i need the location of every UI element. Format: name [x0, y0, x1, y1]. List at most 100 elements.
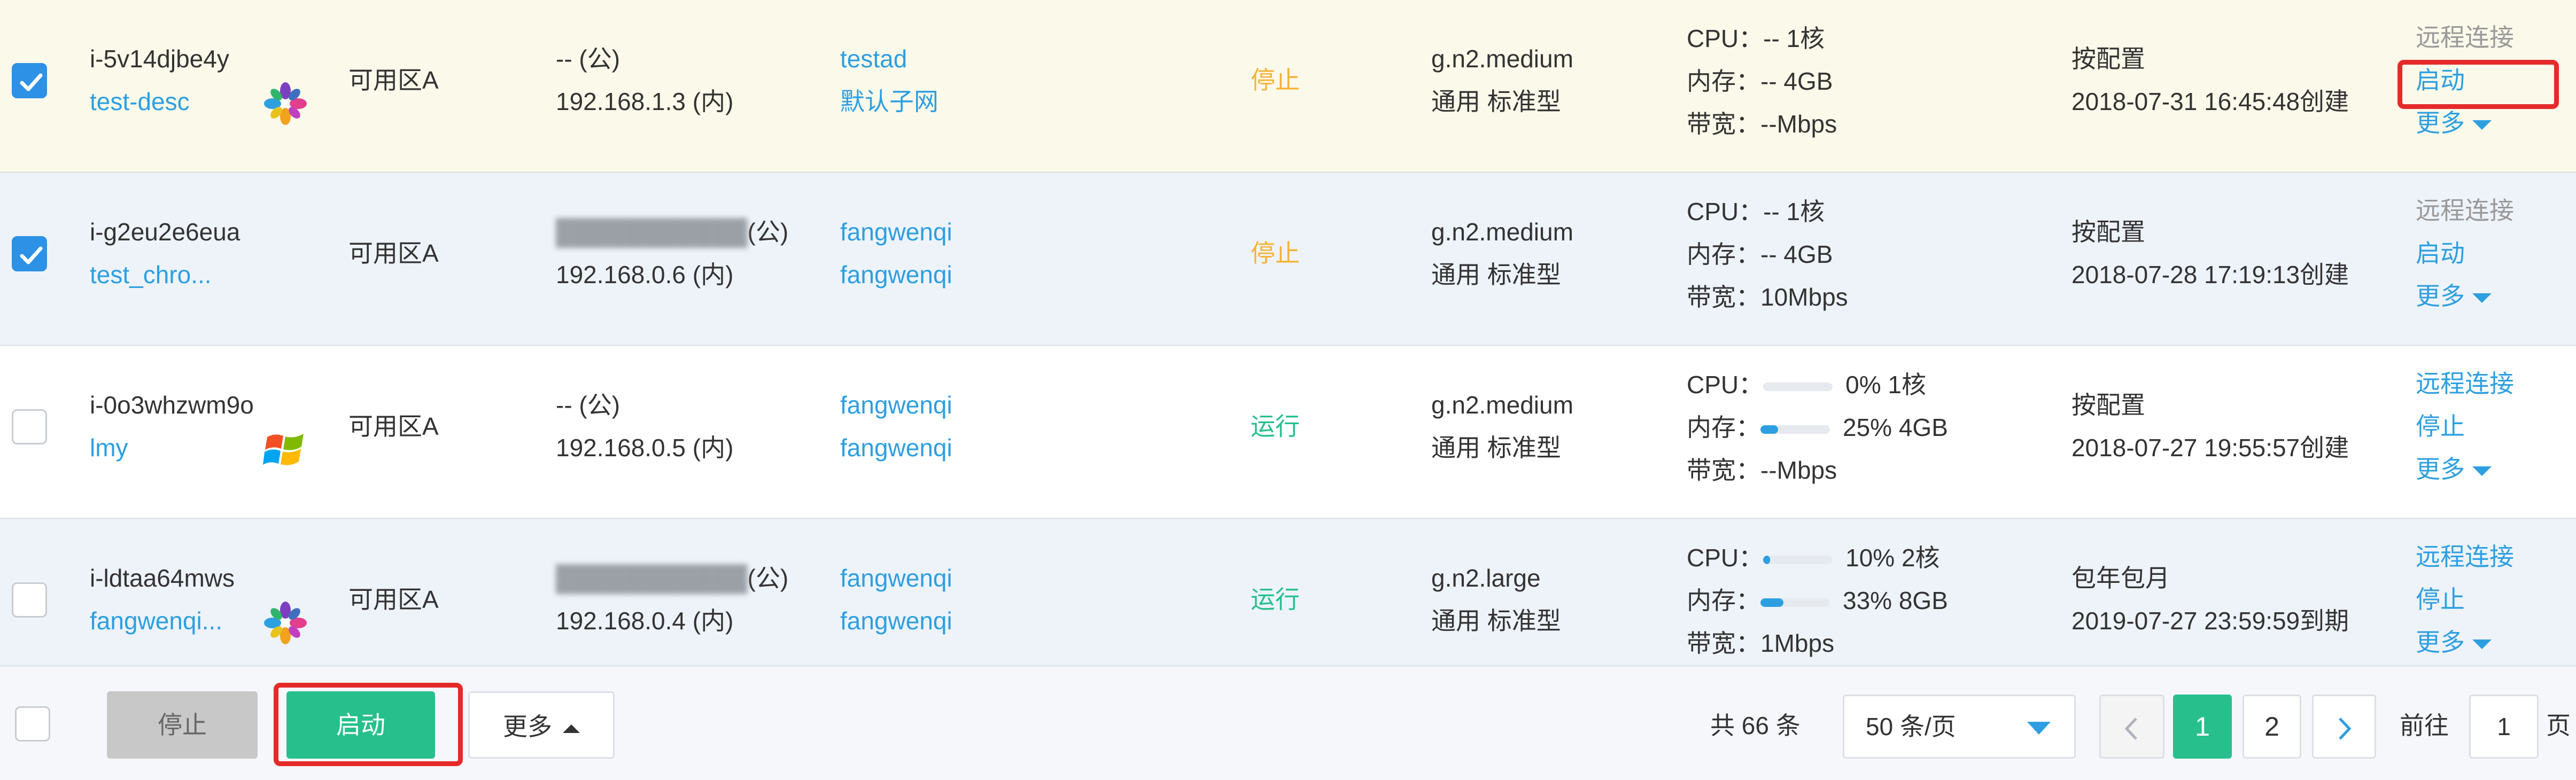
memory-value: -- 4GB: [1760, 67, 1833, 95]
spec-desc: 通用 标准型: [1431, 607, 1561, 635]
cpu-value: 0% 1核: [1845, 371, 1926, 399]
chevron-down-icon: [2472, 120, 2492, 130]
network-link[interactable]: testad: [840, 37, 907, 80]
more-label: 更多: [2416, 109, 2465, 137]
more-dropdown[interactable]: 更多: [2416, 275, 2492, 317]
status-badge: 停止: [1251, 239, 1300, 267]
spec-type: g.n2.medium: [1431, 391, 1573, 419]
batch-stop-button[interactable]: 停止: [107, 691, 258, 759]
memory-info: 内存： 25% 4GB: [1687, 406, 1948, 449]
select-all-checkbox[interactable]: [15, 706, 50, 742]
bandwidth-info: 带宽：10Mbps: [1687, 276, 1848, 318]
instance-name-link[interactable]: test_chro...: [90, 253, 212, 296]
remote-connect-link[interactable]: 远程连接: [2416, 189, 2514, 232]
memory-info: 内存：-- 4GB: [1687, 233, 1833, 276]
chevron-down-icon: [2472, 293, 2492, 303]
created-time: 2018-07-27 19:55:57创建: [2071, 434, 2349, 462]
instance-id: i-5v14djbe4y: [90, 45, 229, 73]
billing-type: 按配置: [2071, 45, 2145, 73]
memory-usage-fill: [1760, 598, 1783, 607]
next-page-button[interactable]: [2312, 695, 2376, 759]
chevron-right-icon: [2339, 717, 2352, 740]
private-ip: 192.168.0.6 (内): [556, 261, 734, 288]
spec-type: g.n2.large: [1431, 564, 1541, 592]
stop-link[interactable]: 停止: [2416, 405, 2465, 448]
page-1-button[interactable]: 1: [2173, 695, 2232, 759]
bandwidth-value: 10Mbps: [1760, 283, 1848, 311]
bandwidth-value: 1Mbps: [1760, 629, 1835, 657]
more-dropdown[interactable]: 更多: [2416, 621, 2492, 664]
row-checkbox[interactable]: [12, 236, 47, 271]
public-ip: ███████████(公): [556, 557, 788, 599]
private-ip: 192.168.0.4 (内): [556, 607, 734, 635]
chevron-left-icon: [2124, 717, 2137, 740]
instance-id: i-g2eu2e6eua: [90, 218, 240, 246]
row-checkbox[interactable]: [12, 582, 47, 618]
memory-value: 25% 4GB: [1843, 414, 1948, 441]
prev-page-button[interactable]: [2099, 695, 2164, 759]
windows-logo-icon: [263, 434, 304, 465]
memory-usage-fill: [1760, 425, 1778, 434]
instance-id: i-0o3whzwm9o: [90, 391, 254, 419]
table-row[interactable]: i-g2eu2e6eua test_chro... 可用区A █████████…: [0, 173, 2576, 346]
network-link[interactable]: fangwenqi: [840, 384, 952, 426]
remote-connect-link[interactable]: 远程连接: [2416, 535, 2514, 578]
bandwidth-label: 带宽：: [1687, 110, 1760, 138]
cpu-value: -- 1核: [1763, 25, 1825, 52]
subnet-link[interactable]: fangwenqi: [840, 253, 952, 296]
page-size-select[interactable]: 50 条/页: [1843, 695, 2076, 759]
masked-ip: ███████████: [556, 564, 748, 592]
goto-page-input[interactable]: 1: [2469, 695, 2539, 759]
row-checkbox[interactable]: [12, 409, 47, 444]
network-link[interactable]: fangwenqi: [840, 210, 952, 253]
spec-type: g.n2.medium: [1431, 218, 1573, 246]
cpu-usage-bar: [1763, 382, 1833, 391]
batch-more-button[interactable]: 更多: [468, 691, 615, 759]
private-ip: 192.168.1.3 (内): [556, 88, 734, 115]
cpu-value: 10% 2核: [1845, 544, 1940, 572]
instance-name-link[interactable]: fangwenqi...: [90, 599, 222, 642]
public-ip-suffix: (公): [747, 218, 789, 246]
more-label: 更多: [503, 713, 552, 740]
remote-connect-link[interactable]: 远程连接: [2416, 362, 2514, 405]
more-dropdown[interactable]: 更多: [2416, 448, 2492, 490]
billing-type: 按配置: [2071, 391, 2145, 419]
memory-info: 内存：-- 4GB: [1687, 60, 1833, 103]
masked-ip: ███████████: [556, 218, 748, 246]
cpu-info: CPU： 10% 2核: [1687, 536, 1940, 579]
start-link[interactable]: 启动: [2416, 232, 2465, 275]
billing-type: 按配置: [2071, 218, 2145, 246]
more-label: 更多: [2416, 455, 2465, 483]
goto-label: 前往: [2400, 712, 2449, 739]
cpu-label: CPU：: [1687, 198, 1764, 225]
table-row[interactable]: i-0o3whzwm9o lmy 可用区A -- (公) 192.168.0.5…: [0, 346, 2576, 519]
billing-type: 包年包月: [2071, 564, 2170, 592]
created-time: 2018-07-31 16:45:48创建: [2071, 88, 2349, 115]
remote-connect-link[interactable]: 远程连接: [2416, 16, 2514, 59]
instance-name-link[interactable]: lmy: [90, 426, 128, 469]
chevron-down-icon: [2472, 466, 2492, 476]
created-time: 2018-07-28 17:19:13创建: [2071, 261, 2349, 288]
multicolor-flower-os-icon: [264, 82, 307, 125]
bandwidth-label: 带宽：: [1687, 456, 1760, 484]
page-2-button[interactable]: 2: [2243, 695, 2301, 759]
public-ip: ███████████(公): [556, 210, 788, 253]
bandwidth-info: 带宽：--Mbps: [1687, 449, 1837, 492]
subnet-link[interactable]: 默认子网: [840, 80, 938, 123]
subnet-link[interactable]: fangwenqi: [840, 426, 952, 469]
instance-name-link[interactable]: test-desc: [90, 80, 190, 123]
table-row[interactable]: i-ldtaa64mws fangwenqi... 可用区A █████████…: [0, 519, 2576, 667]
memory-label: 内存：: [1687, 240, 1760, 268]
network-link[interactable]: fangwenqi: [840, 557, 952, 599]
spec-desc: 通用 标准型: [1431, 88, 1561, 115]
spec-desc: 通用 标准型: [1431, 261, 1561, 288]
stop-link[interactable]: 停止: [2416, 578, 2465, 621]
row-checkbox[interactable]: [12, 63, 47, 98]
public-ip: -- (公): [556, 391, 620, 419]
cpu-info: CPU：-- 1核: [1687, 190, 1825, 233]
subnet-link[interactable]: fangwenqi: [840, 599, 952, 642]
memory-info: 内存： 33% 8GB: [1687, 579, 1948, 622]
instance-id: i-ldtaa64mws: [90, 564, 235, 592]
bandwidth-label: 带宽：: [1687, 629, 1760, 657]
table-row[interactable]: i-5v14djbe4y test-desc 可用区A -- (公) 192.1…: [0, 0, 2576, 173]
